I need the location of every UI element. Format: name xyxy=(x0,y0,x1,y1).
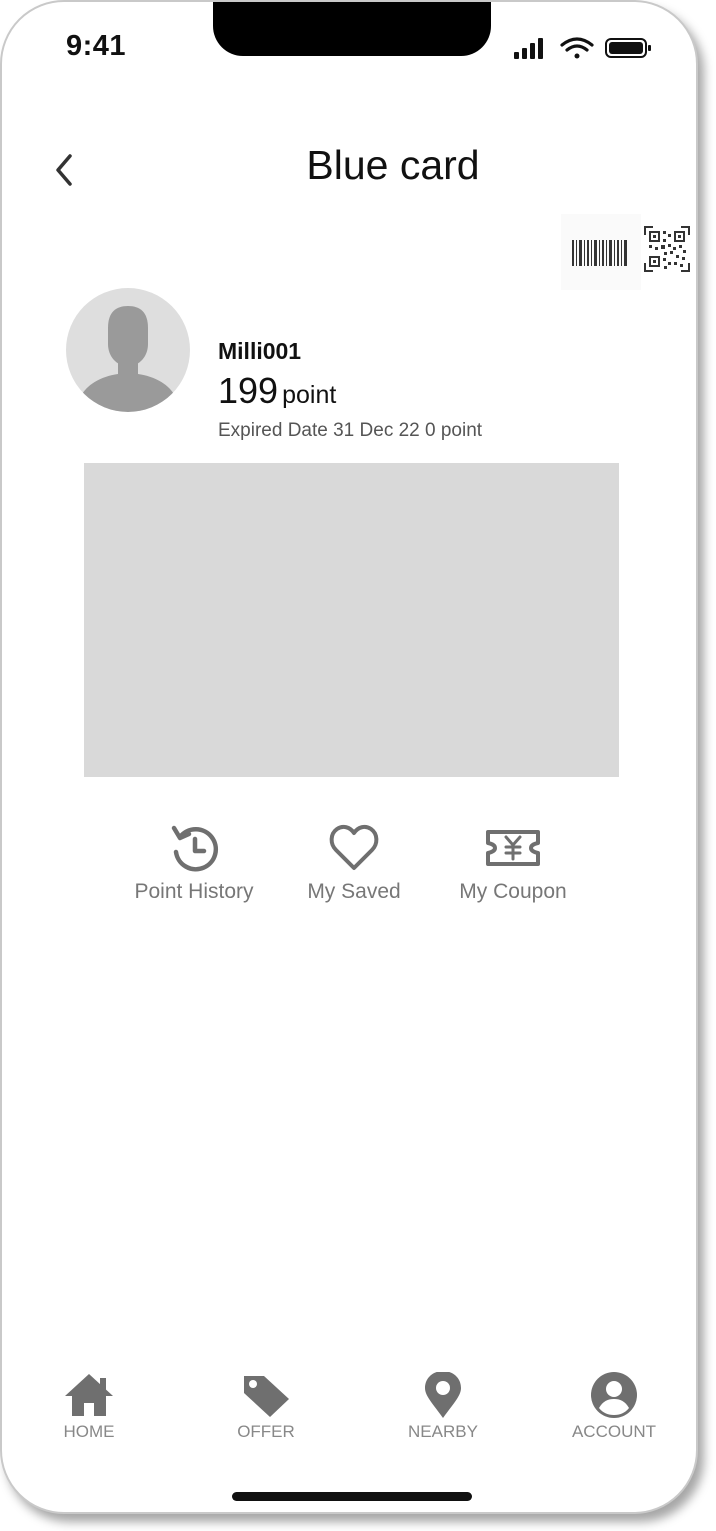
my-saved-button[interactable]: My Saved xyxy=(289,822,419,904)
points-balance: 199 point xyxy=(218,370,336,412)
location-pin-icon xyxy=(425,1372,461,1418)
avatar xyxy=(66,288,190,412)
point-history-button[interactable]: Point History xyxy=(124,822,264,904)
nav-home-label: HOME xyxy=(63,1422,115,1441)
points-value: 199 xyxy=(218,370,279,411)
nav-nearby[interactable]: NEARBY xyxy=(398,1372,488,1442)
points-unit: point xyxy=(282,381,337,409)
home-indicator[interactable] xyxy=(232,1492,472,1501)
status-time: 9:41 xyxy=(66,30,127,62)
qr-code-icon[interactable] xyxy=(644,226,690,272)
nav-account[interactable]: ACCOUNT xyxy=(564,1372,664,1442)
signal-icon xyxy=(514,38,543,59)
my-saved-label: My Saved xyxy=(307,880,401,903)
tag-icon xyxy=(244,1376,289,1417)
nav-account-label: ACCOUNT xyxy=(571,1422,657,1441)
status-icons xyxy=(512,36,652,60)
card-banner-image[interactable] xyxy=(84,463,619,777)
username: Milli001 xyxy=(218,338,302,364)
wifi-icon xyxy=(560,37,594,59)
heart-icon xyxy=(329,824,379,870)
barcode-icon[interactable] xyxy=(571,240,629,266)
user-silhouette-icon xyxy=(82,306,174,412)
points-expiry: Expired Date 31 Dec 22 0 point xyxy=(218,420,483,441)
coupon-icon xyxy=(486,830,540,866)
my-coupon-label: My Coupon xyxy=(459,880,567,903)
notch xyxy=(213,2,491,56)
page-title: Blue card xyxy=(306,142,480,188)
my-coupon-button[interactable]: My Coupon xyxy=(448,822,578,904)
account-icon xyxy=(591,1372,637,1418)
nav-nearby-label: NEARBY xyxy=(408,1422,478,1441)
nav-offer[interactable]: OFFER xyxy=(226,1372,306,1442)
point-history-label: Point History xyxy=(134,880,254,903)
home-icon xyxy=(65,1374,113,1416)
nav-home[interactable]: HOME xyxy=(49,1372,129,1442)
phone-frame: 9:41 Blue card Milli001 199 point Expire… xyxy=(0,0,698,1514)
history-icon xyxy=(171,825,218,872)
nav-offer-label: OFFER xyxy=(237,1422,295,1441)
battery-icon xyxy=(605,38,651,58)
